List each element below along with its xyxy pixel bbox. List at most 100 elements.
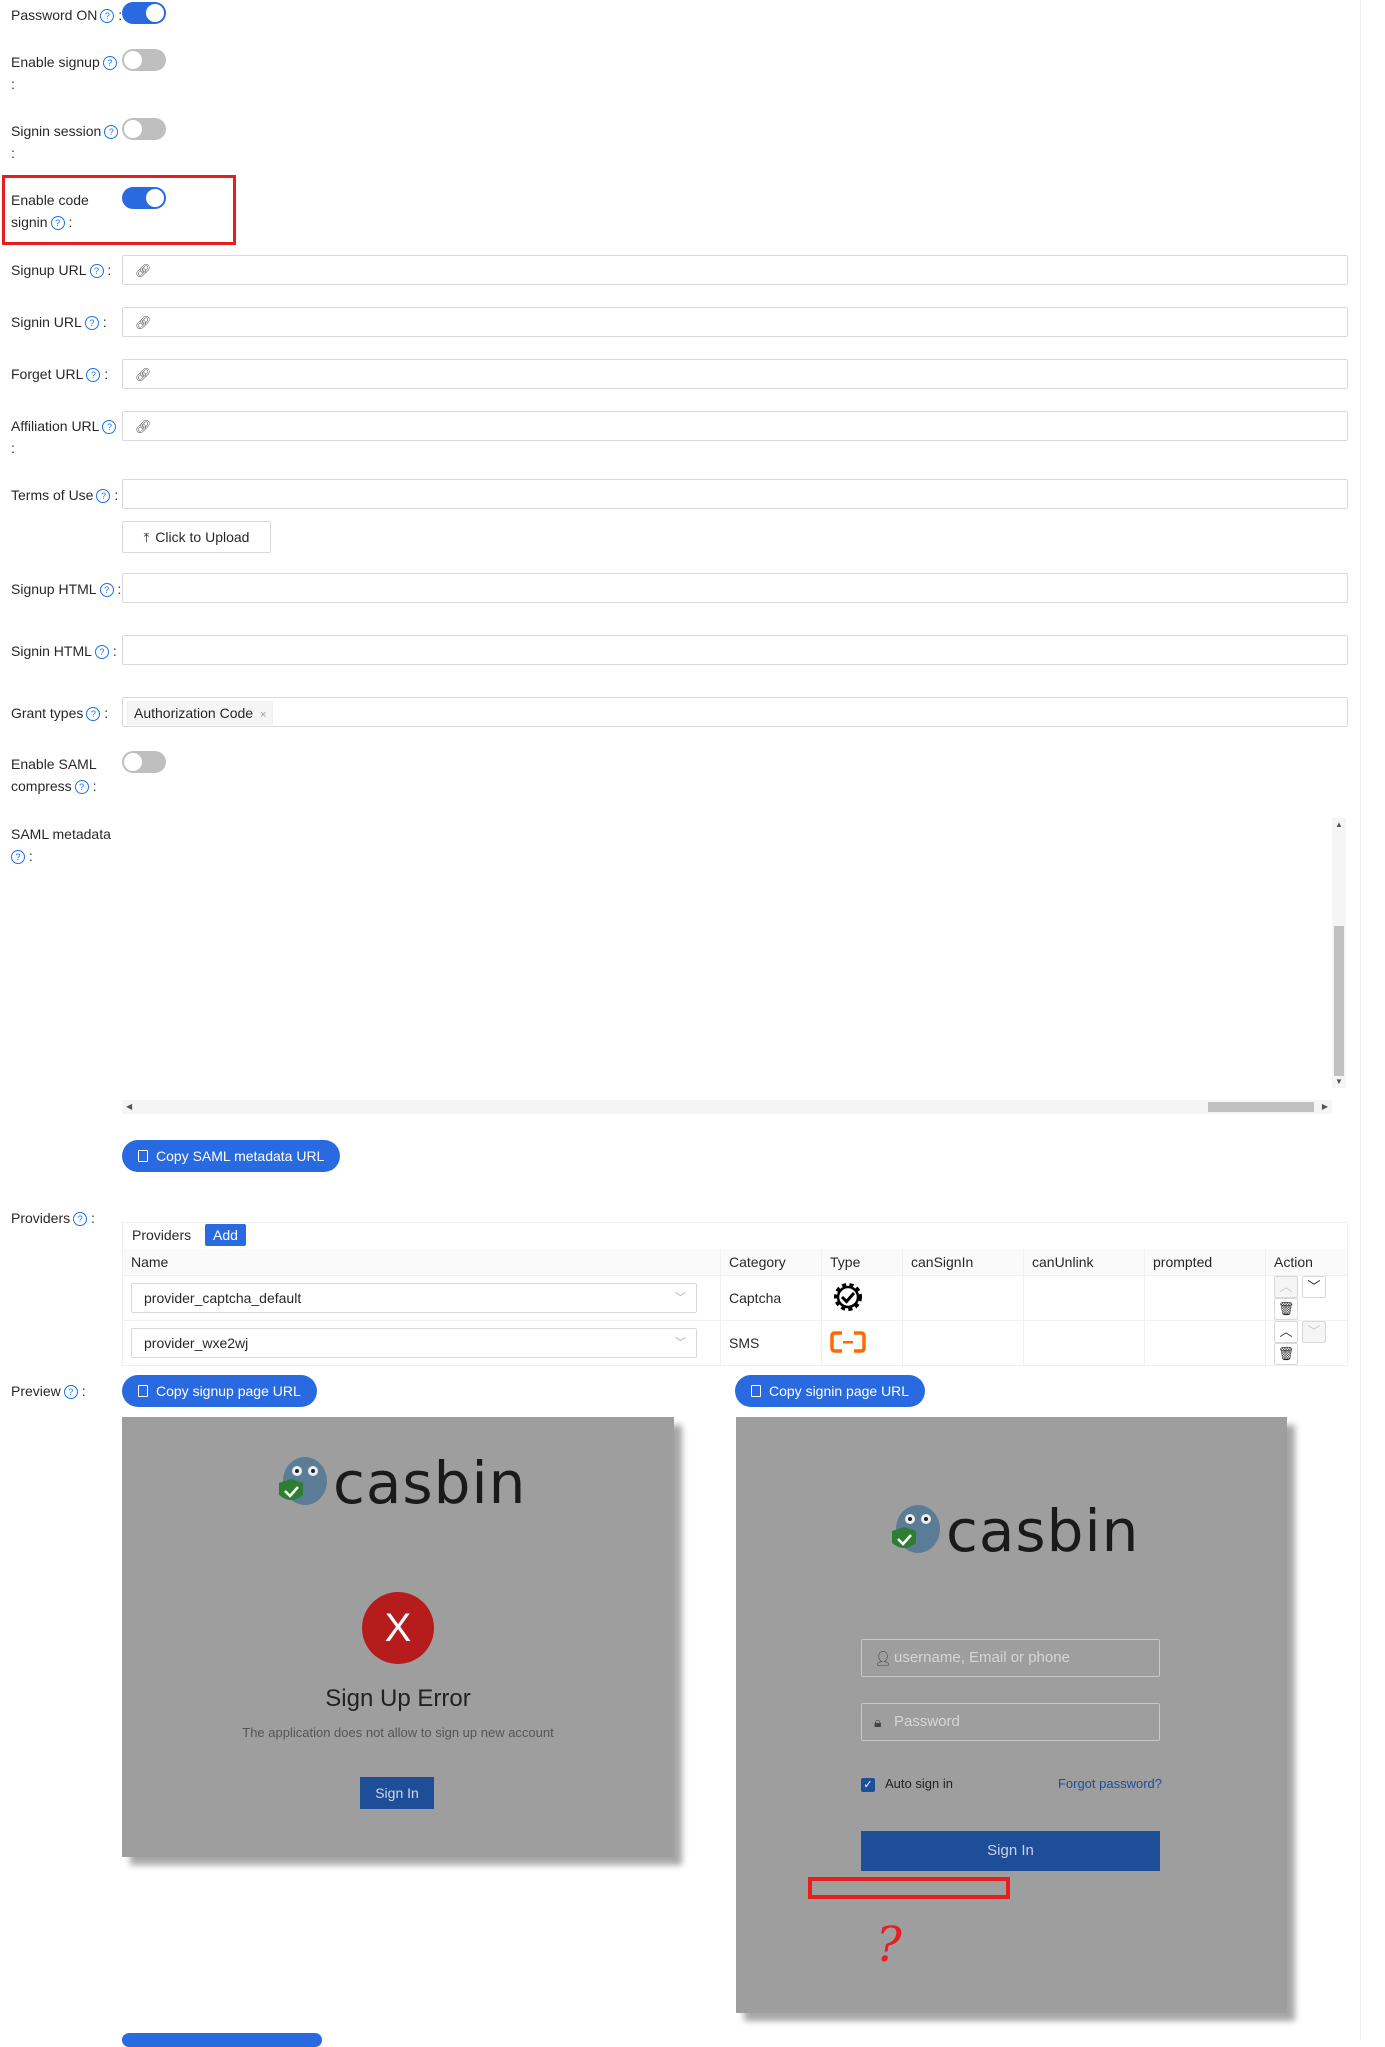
label-colon: : <box>104 705 109 721</box>
copy-saml-metadata-url-button[interactable]: Copy SAML metadata URL <box>122 1140 341 1172</box>
label-text: Terms of Use <box>11 487 94 503</box>
provider-select[interactable]: provider_wxe2wj ﹀ <box>131 1328 697 1358</box>
casbin-wordmark: casbin <box>946 1497 1140 1565</box>
help-icon[interactable]: ? <box>99 583 114 597</box>
help-icon[interactable]: ? <box>73 1212 88 1226</box>
providers-table: Name Category Type canSignIn canUnlink p… <box>122 1249 1348 1366</box>
help-icon[interactable]: ? <box>86 707 101 721</box>
copy-signin-page-url-button[interactable]: Copy signin page URL <box>735 1375 926 1407</box>
help-icon[interactable]: ? <box>102 56 117 70</box>
help-icon[interactable]: ? <box>94 645 109 659</box>
terms-of-use-input[interactable] <box>122 479 1348 509</box>
signin-url-input[interactable]: 🔗︎ <box>122 307 1348 337</box>
signin-session-switch[interactable] <box>122 118 166 140</box>
switch-knob <box>124 753 142 771</box>
cut-off-button[interactable] <box>122 2033 322 2047</box>
column-header-cansignin: canSignIn <box>902 1249 1024 1276</box>
prompted-cell <box>1144 1320 1266 1366</box>
placeholder: Password <box>894 1713 960 1730</box>
preview-label: Preview? : <box>11 1380 86 1402</box>
help-icon[interactable]: ? <box>74 780 89 794</box>
annotation-red-rectangle <box>808 1877 1010 1899</box>
link-icon: 🔗︎ <box>135 367 152 382</box>
grant-types-label: Grant types? : <box>11 702 108 724</box>
table-header-row: Name Category Type canSignIn canUnlink p… <box>122 1249 1348 1276</box>
affiliation-url-input[interactable]: 🔗︎ <box>122 411 1348 441</box>
signin-url-label: Signin URL? : <box>11 311 107 333</box>
move-up-button[interactable]: ︿ <box>1274 1276 1298 1298</box>
scroll-down-icon[interactable]: ▼ <box>1335 1077 1343 1086</box>
copy-signup-page-url-button[interactable]: Copy signup page URL <box>122 1375 317 1407</box>
forget-url-input[interactable]: 🔗︎ <box>122 359 1348 389</box>
help-icon[interactable]: ? <box>104 125 119 139</box>
chevron-down-icon: ﹀ <box>675 1337 686 1349</box>
help-icon[interactable]: ? <box>63 1385 78 1399</box>
help-icon[interactable]: ? <box>86 368 101 382</box>
label-text: Signup URL <box>11 262 87 278</box>
signin-button[interactable]: Sign In <box>861 1831 1160 1871</box>
add-provider-button[interactable]: Add <box>205 1224 246 1246</box>
help-icon[interactable]: ? <box>102 420 117 434</box>
scroll-right-icon[interactable]: ▶ <box>1322 1102 1328 1111</box>
label-colon: : <box>104 366 109 382</box>
prompted-cell <box>1144 1275 1266 1321</box>
signin-button[interactable]: Sign In <box>360 1777 434 1809</box>
canunlink-cell <box>1023 1275 1145 1321</box>
tag-close-icon[interactable]: × <box>260 709 266 721</box>
move-down-button[interactable]: ﹀ <box>1302 1276 1326 1298</box>
horizontal-scrollbar[interactable]: ◀ ▶ <box>122 1100 1332 1114</box>
label-colon: : <box>81 1383 86 1399</box>
scroll-up-icon[interactable]: ▲ <box>1335 820 1343 829</box>
scroll-left-icon[interactable]: ◀ <box>126 1102 132 1111</box>
link-icon: 🔗︎ <box>135 263 152 278</box>
placeholder: username, Email or phone <box>894 1649 1070 1666</box>
saml-metadata-textarea[interactable]: ▲ ▼ ◀ ▶ <box>122 818 1348 1118</box>
enable-saml-compress-switch[interactable] <box>122 751 166 773</box>
casbin-wordmark: casbin <box>333 1449 527 1517</box>
label-text: Signin session <box>11 123 102 139</box>
enable-signup-switch[interactable] <box>122 49 166 71</box>
providers-table-title: Providers Add <box>122 1222 1348 1249</box>
signup-url-input[interactable]: 🔗︎ <box>122 255 1348 285</box>
page-right-border <box>1360 0 1361 2040</box>
grant-type-tag: Authorization Code × <box>127 701 274 725</box>
enable-saml-compress-label: Enable SAML compress? : <box>11 753 97 797</box>
signin-html-input[interactable] <box>122 635 1348 665</box>
label-colon: : <box>92 778 97 794</box>
help-icon[interactable]: ? <box>84 316 99 330</box>
username-input[interactable]: 👤︎ username, Email or phone <box>861 1639 1160 1677</box>
move-down-button[interactable]: ﹀ <box>1302 1321 1326 1343</box>
scrollbar-thumb[interactable] <box>1208 1102 1314 1112</box>
grant-types-select[interactable]: Authorization Code × <box>122 697 1348 727</box>
auto-signin-checkbox[interactable]: ✓ <box>861 1778 875 1792</box>
help-icon[interactable]: ? <box>89 264 104 278</box>
column-header-action: Action <box>1265 1249 1348 1276</box>
vertical-scrollbar[interactable]: ▲ ▼ <box>1332 818 1346 1088</box>
password-input[interactable]: 🔒︎ Password <box>861 1703 1160 1741</box>
forgot-password-link[interactable]: Forgot password? <box>1058 1776 1162 1791</box>
scrollbar-thumb[interactable] <box>1334 926 1344 1076</box>
help-icon[interactable]: ? <box>100 9 115 23</box>
error-message: The application does not allow to sign u… <box>242 1725 554 1740</box>
label-text: Enable SAML <box>11 756 97 772</box>
delete-button[interactable]: 🗑︎ <box>1274 1343 1298 1365</box>
move-up-button[interactable]: ︿ <box>1274 1321 1298 1343</box>
delete-button[interactable]: 🗑︎ <box>1274 1298 1298 1320</box>
action-cell: ︿ ﹀🗑︎ <box>1265 1275 1348 1321</box>
signup-html-input[interactable] <box>122 573 1348 603</box>
provider-select[interactable]: provider_captcha_default ﹀ <box>131 1283 697 1313</box>
help-icon[interactable]: ? <box>11 850 25 864</box>
annotation-highlight-box <box>2 175 236 245</box>
table-row: provider_captcha_default ﹀ Captcha ︿ ﹀🗑︎ <box>122 1275 1348 1321</box>
label-text: Preview <box>11 1383 61 1399</box>
chevron-down-icon: ﹀ <box>675 1292 686 1304</box>
password-on-switch[interactable] <box>122 2 166 24</box>
help-icon[interactable]: ? <box>96 489 111 503</box>
signup-html-label: Signup HTML? : <box>11 578 121 600</box>
user-icon: 👤︎ <box>874 1650 892 1666</box>
lock-icon: 🔒︎ <box>874 1714 882 1730</box>
click-to-upload-button[interactable]: ⤒ Click to Upload <box>122 521 271 553</box>
column-header-prompted: prompted <box>1144 1249 1266 1276</box>
label-text: Affiliation URL <box>11 418 100 434</box>
casbin-logo: casbin <box>275 1447 526 1512</box>
